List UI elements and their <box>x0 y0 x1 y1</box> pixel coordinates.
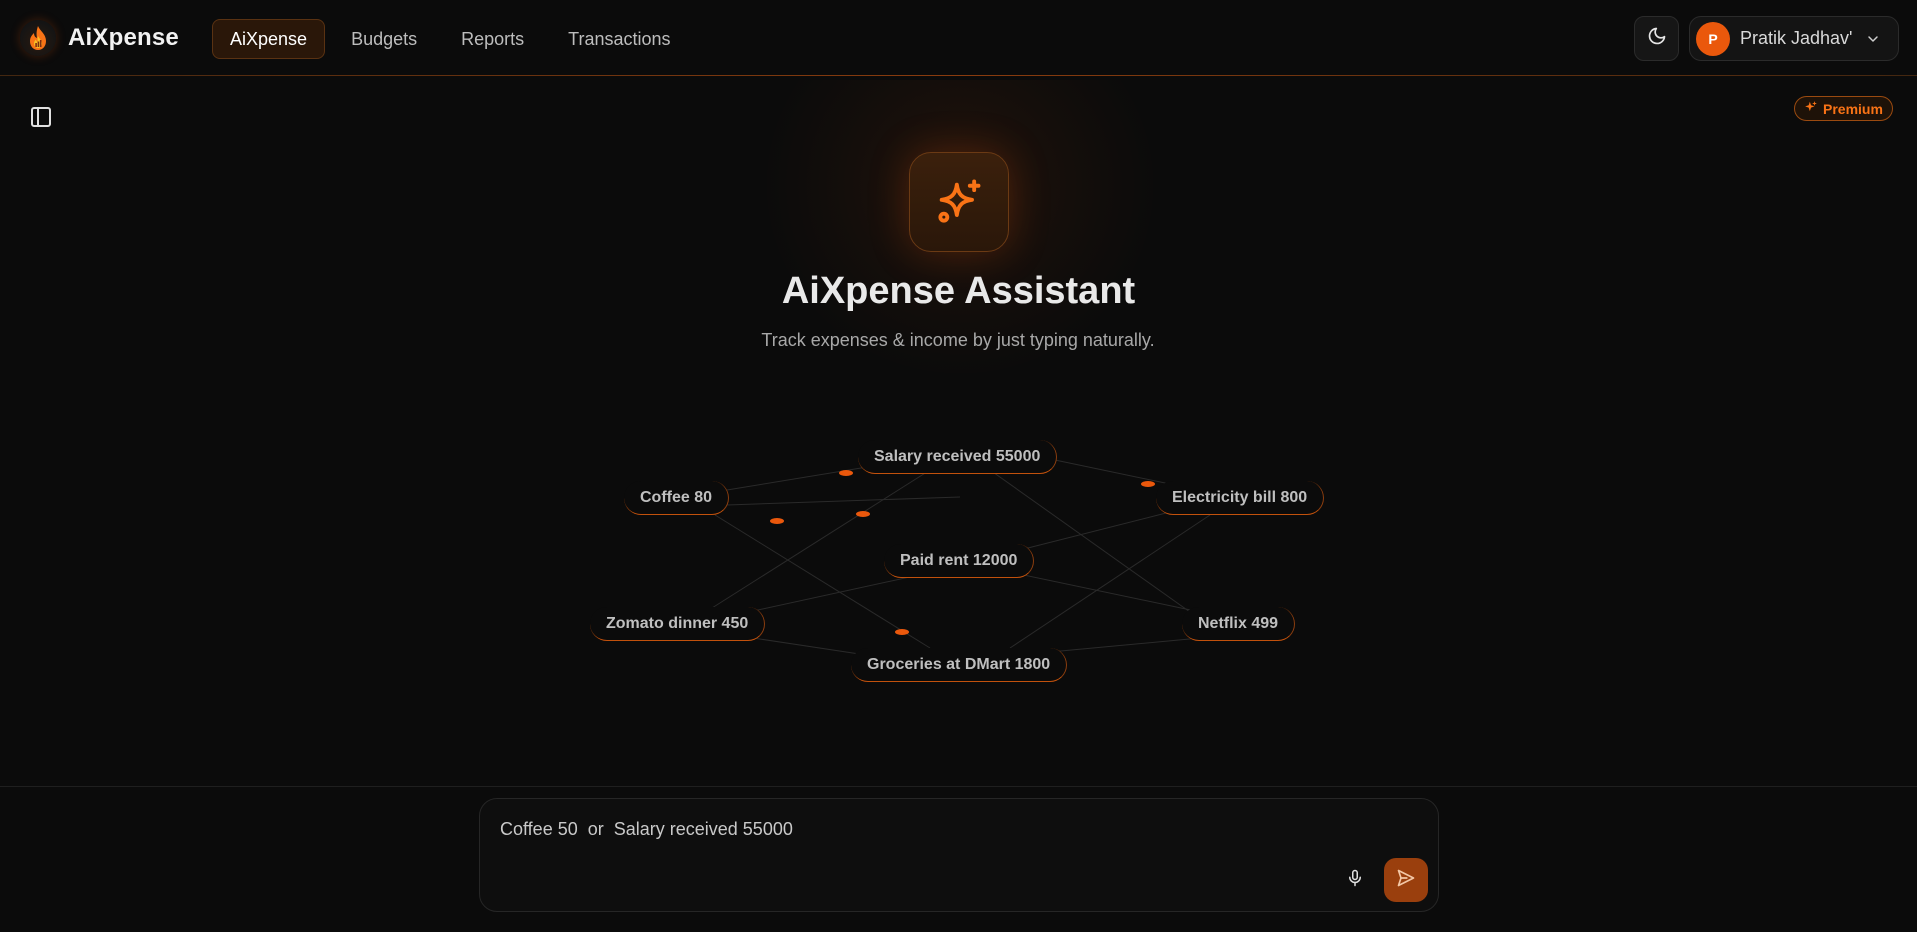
main-nav: AiXpense Budgets Reports Transactions <box>212 19 689 59</box>
message-composer <box>479 798 1439 912</box>
moon-icon <box>1647 26 1667 51</box>
nav-item-reports[interactable]: Reports <box>443 19 542 59</box>
example-chip-rent[interactable]: Paid rent 12000 <box>884 544 1035 578</box>
example-chip-salary[interactable]: Salary received 55000 <box>858 440 1058 474</box>
voice-input-button[interactable] <box>1340 865 1370 895</box>
sparkles-icon <box>909 152 1009 252</box>
send-button[interactable] <box>1384 858 1428 902</box>
theme-toggle-button[interactable] <box>1634 16 1679 61</box>
user-name: Pratik Jadhav' <box>1740 28 1853 48</box>
nav-item-transactions[interactable]: Transactions <box>550 19 688 59</box>
composer-divider <box>0 786 1917 787</box>
nav-item-budgets[interactable]: Budgets <box>333 19 435 59</box>
brand[interactable]: AiXpense <box>20 18 179 58</box>
send-icon <box>1396 868 1416 893</box>
example-chip-electricity[interactable]: Electricity bill 800 <box>1156 481 1325 515</box>
premium-badge[interactable]: Premium <box>1794 96 1893 121</box>
sidebar-toggle-button[interactable] <box>28 106 54 132</box>
example-chip-netflix[interactable]: Netflix 499 <box>1182 607 1296 641</box>
top-navbar: AiXpense AiXpense Budgets Reports Transa… <box>0 0 1917 76</box>
sparkles-icon <box>1804 100 1818 117</box>
brand-name: AiXpense <box>68 24 179 51</box>
example-chip-groceries[interactable]: Groceries at DMart 1800 <box>851 648 1068 682</box>
user-menu-button[interactable]: P Pratik Jadhav' <box>1689 16 1899 61</box>
page-title: AiXpense Assistant <box>781 270 1136 312</box>
avatar: P <box>1696 21 1730 56</box>
example-chip-coffee[interactable]: Coffee 80 <box>624 481 730 515</box>
chevron-down-icon <box>1865 31 1881 47</box>
panel-left-icon <box>29 105 53 134</box>
flame-chart-logo-icon <box>20 20 56 56</box>
premium-label: Premium <box>1823 100 1883 117</box>
example-chip-zomato[interactable]: Zomato dinner 450 <box>590 607 766 641</box>
message-input[interactable] <box>500 815 1300 843</box>
page-subtitle: Track expenses & income by just typing n… <box>761 330 1155 350</box>
nav-item-aixpense[interactable]: AiXpense <box>212 19 326 59</box>
microphone-icon <box>1346 869 1364 892</box>
